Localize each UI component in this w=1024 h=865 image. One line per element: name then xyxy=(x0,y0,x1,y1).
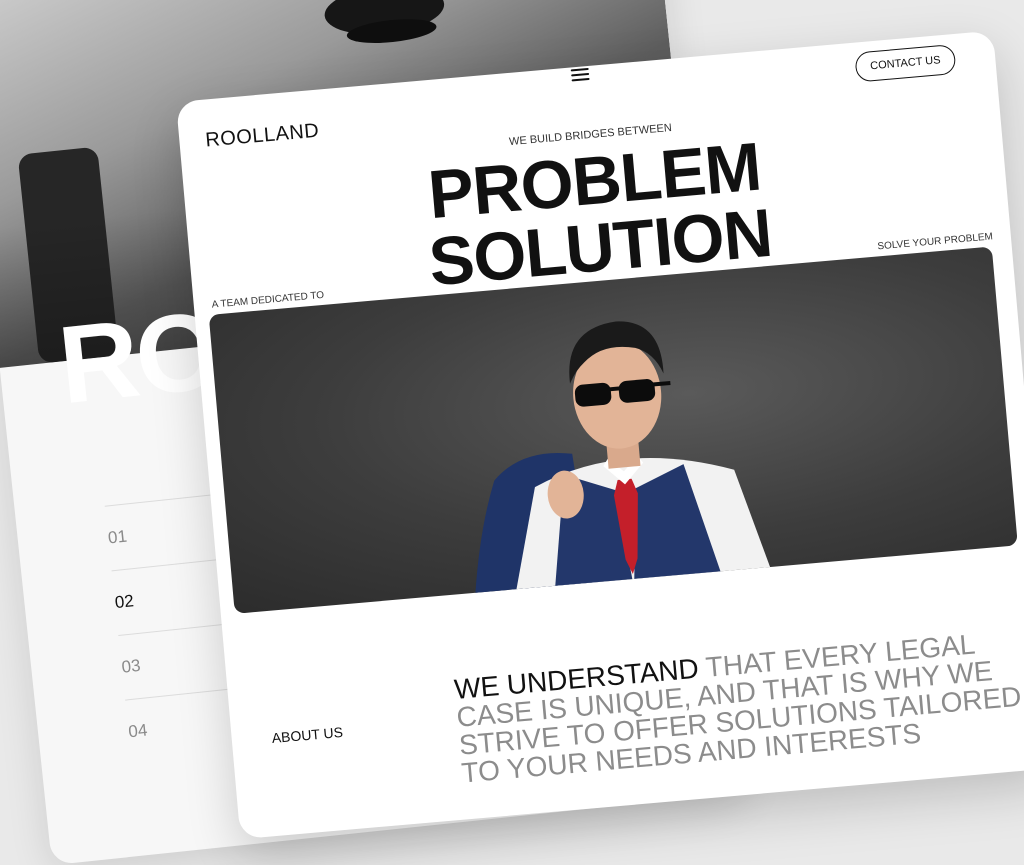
hamburger-icon[interactable] xyxy=(570,67,590,84)
list-item-number: 04 xyxy=(127,720,149,742)
man-in-sunglasses-illustration xyxy=(474,321,774,603)
about-text-rest: THAT EVERY LEGAL CASE IS UNIQUE, AND THA… xyxy=(455,628,1023,789)
list-item-number: 02 xyxy=(113,591,135,613)
front-card: ROOLLAND CONTACT US WE BUILD BRIDGES BET… xyxy=(176,30,1024,840)
site-logo[interactable]: ROOLLAND xyxy=(205,120,321,153)
about-text: WE UNDERSTAND THAT EVERY LEGAL CASE IS U… xyxy=(453,625,1024,789)
contact-us-button[interactable]: CONTACT US xyxy=(854,43,957,83)
list-item-number: 01 xyxy=(107,526,128,548)
list-item-number: 03 xyxy=(120,655,142,677)
about-us-label[interactable]: ABOUT US xyxy=(271,724,343,746)
